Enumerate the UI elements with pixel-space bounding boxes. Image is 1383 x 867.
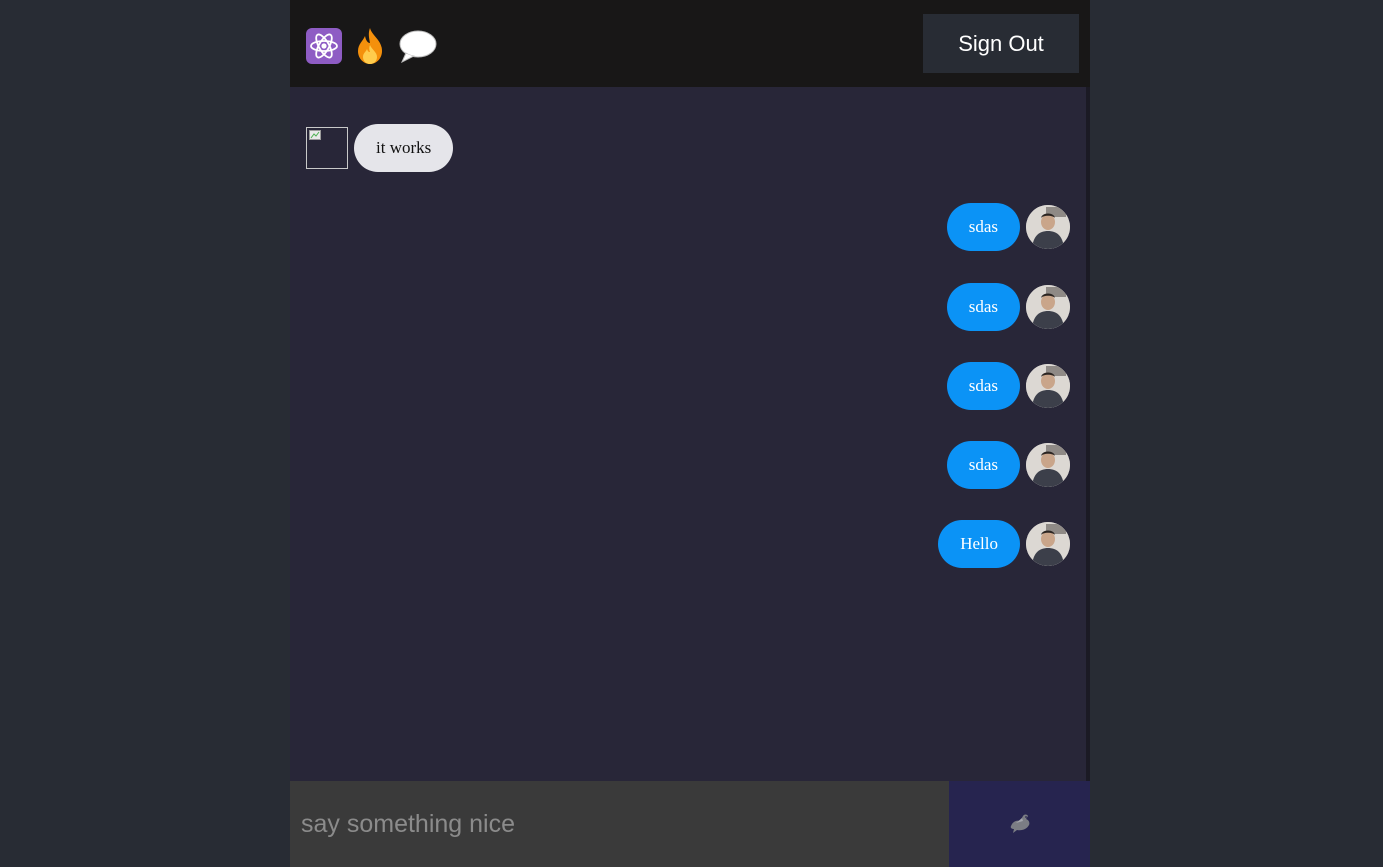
message-list[interactable]: it works sdas sdas sdas sdas Hello: [290, 87, 1090, 781]
avatar: [1026, 364, 1070, 408]
avatar: [1026, 443, 1070, 487]
message-bubble: it works: [354, 124, 454, 172]
header-logos: [306, 26, 450, 66]
chat-app: Sign Out it works sdas sdas sdas sdas He…: [290, 0, 1090, 867]
speech-bubble-icon: [398, 29, 438, 63]
avatar: [1026, 285, 1070, 329]
message-bubble: sdas: [946, 203, 1020, 251]
message-item: sdas: [946, 362, 1070, 410]
message-bubble: Hello: [938, 520, 1020, 568]
broken-image-icon: [309, 130, 321, 140]
message-item: it works: [306, 124, 454, 172]
fire-icon: [354, 27, 386, 65]
sign-out-button[interactable]: Sign Out: [923, 14, 1079, 73]
message-item: sdas: [946, 283, 1070, 331]
avatar: [306, 127, 348, 169]
send-button[interactable]: [949, 781, 1090, 867]
message-item: sdas: [946, 441, 1070, 489]
message-bubble: sdas: [946, 441, 1020, 489]
message-composer: [290, 781, 1090, 867]
message-bubble: sdas: [946, 362, 1020, 410]
message-item: Hello: [938, 520, 1070, 568]
avatar: [1026, 205, 1070, 249]
avatar: [1026, 522, 1070, 566]
message-bubble: sdas: [946, 283, 1020, 331]
app-header: Sign Out: [290, 0, 1090, 88]
dove-icon: [1008, 812, 1032, 837]
message-input[interactable]: [290, 781, 949, 867]
atom-icon: [306, 28, 342, 64]
message-item: sdas: [946, 203, 1070, 251]
